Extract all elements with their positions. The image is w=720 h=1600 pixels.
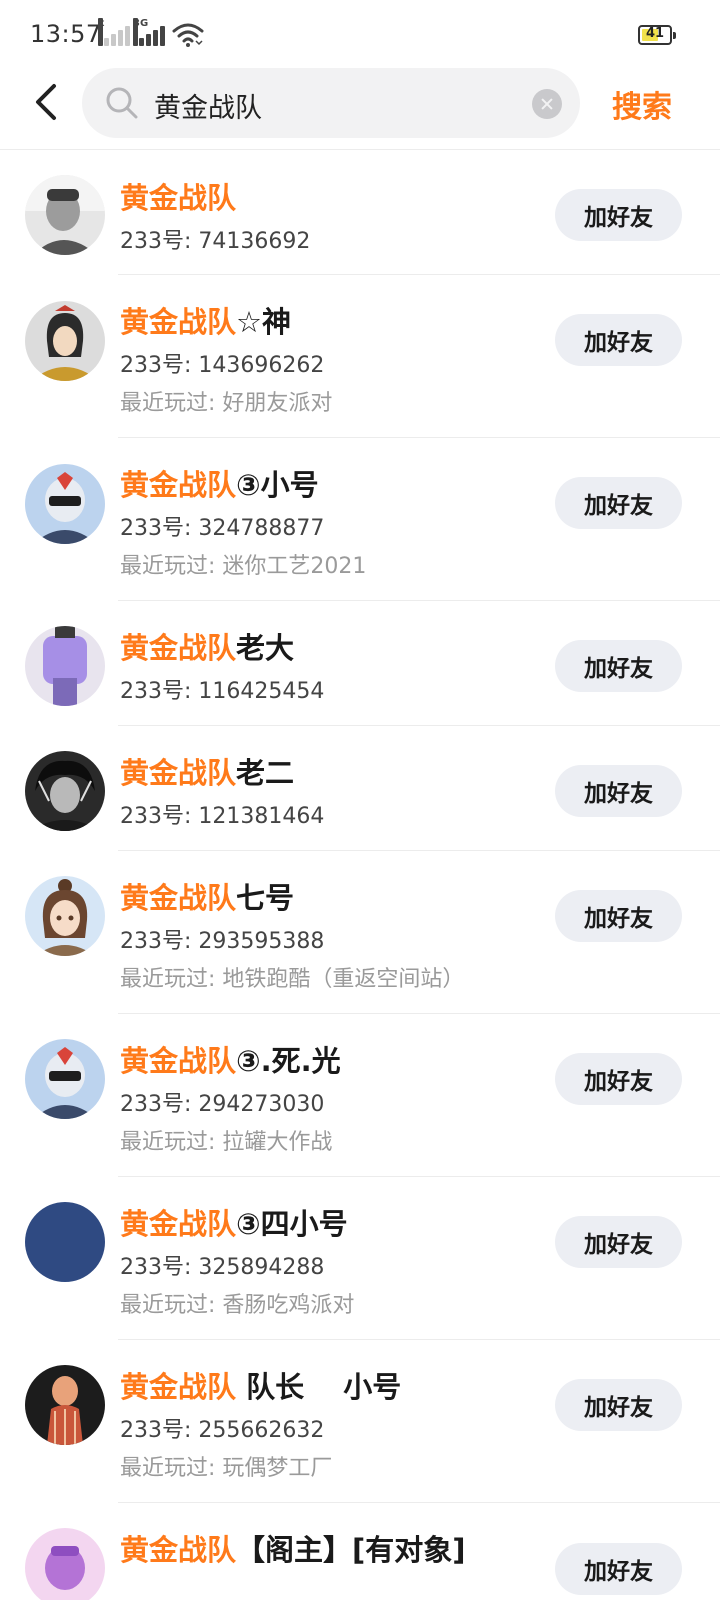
- add-friend-button[interactable]: 加好友: [555, 314, 682, 366]
- search-input[interactable]: 黄金战队: [82, 68, 580, 138]
- user-id: 233号: 74136692: [120, 229, 311, 254]
- battery-level: 41: [645, 26, 665, 41]
- add-friend-button[interactable]: 加好友: [555, 1216, 682, 1268]
- name-match: 黄金战队: [120, 631, 237, 665]
- search-query: 黄金战队: [154, 93, 262, 124]
- user-id: 233号: 293595388: [120, 929, 325, 954]
- list-item[interactable]: 黄金战队【阁主】[有对象] 加好友: [0, 1503, 720, 1600]
- recently-played: 最近玩过: 香肠吃鸡派对: [120, 1293, 355, 1318]
- add-friend-button[interactable]: 加好友: [555, 1379, 682, 1431]
- name-match: 黄金战队: [120, 1207, 237, 1241]
- avatar[interactable]: [25, 1202, 105, 1282]
- search-header: 黄金战队 搜索: [0, 66, 720, 150]
- wifi-icon: [172, 23, 204, 47]
- list-item[interactable]: 黄金战队☆神 233号: 143696262 最近玩过: 好朋友派对 加好友: [0, 275, 720, 438]
- recently-played: 最近玩过: 拉罐大作战: [120, 1130, 333, 1155]
- name-match: 黄金战队: [120, 1370, 237, 1404]
- add-friend-button[interactable]: 加好友: [555, 189, 682, 241]
- avatar[interactable]: [25, 464, 105, 544]
- battery-icon: 41: [638, 25, 676, 45]
- user-id: 233号: 116425454: [120, 679, 325, 704]
- user-name: 黄金战队③小号: [120, 462, 319, 504]
- user-id: 233号: 255662632: [120, 1418, 325, 1443]
- add-friend-button[interactable]: 加好友: [555, 1053, 682, 1105]
- add-friend-button[interactable]: 加好友: [555, 640, 682, 692]
- add-friend-button[interactable]: 加好友: [555, 765, 682, 817]
- name-rest: 老大: [236, 631, 295, 665]
- name-match: 黄金战队: [120, 1533, 237, 1567]
- clear-icon[interactable]: [532, 89, 562, 119]
- list-item[interactable]: 黄金战队老二 233号: 121381464 加好友: [0, 726, 720, 851]
- user-name: 黄金战队【阁主】[有对象]: [120, 1527, 466, 1569]
- name-match: 黄金战队: [120, 468, 237, 502]
- user-id: 233号: 325894288: [120, 1255, 325, 1280]
- list-item[interactable]: 黄金战队 队长 小号 233号: 255662632 最近玩过: 玩偶梦工厂 加…: [0, 1340, 720, 1503]
- user-name: 黄金战队老大: [120, 625, 294, 667]
- result-list: 黄金战队 233号: 74136692 加好友 黄金战队☆神 233号: 143…: [0, 151, 720, 1600]
- signal-1-icon: x: [98, 18, 130, 46]
- name-rest: ③.死.光: [236, 1044, 341, 1078]
- signal-2-tag: 3G: [133, 18, 148, 46]
- avatar[interactable]: [25, 1365, 105, 1445]
- list-item[interactable]: 黄金战队 233号: 74136692 加好友: [0, 151, 720, 275]
- add-friend-button[interactable]: 加好友: [555, 890, 682, 942]
- user-name: 黄金战队☆神: [120, 299, 291, 341]
- user-id: 233号: 121381464: [120, 804, 325, 829]
- list-item[interactable]: 黄金战队③小号 233号: 324788877 最近玩过: 迷你工艺2021 加…: [0, 438, 720, 601]
- name-rest: ☆神: [236, 305, 292, 339]
- user-id: 233号: 143696262: [120, 353, 325, 378]
- avatar[interactable]: [25, 626, 105, 706]
- recently-played: 最近玩过: 地铁跑酷（重返空间站）: [120, 967, 465, 992]
- user-name: 黄金战队: [120, 175, 236, 217]
- add-friend-button[interactable]: 加好友: [555, 477, 682, 529]
- name-rest: 【阁主】[有对象]: [236, 1533, 466, 1567]
- list-item[interactable]: 黄金战队七号 233号: 293595388 最近玩过: 地铁跑酷（重返空间站）…: [0, 851, 720, 1014]
- search-button[interactable]: 搜索: [612, 82, 672, 126]
- status-time: 13:57: [30, 20, 102, 48]
- name-rest: ③四小号: [236, 1207, 348, 1241]
- back-icon[interactable]: [28, 80, 68, 124]
- avatar[interactable]: [25, 751, 105, 831]
- name-rest: 队长 小号: [236, 1370, 402, 1404]
- recently-played: 最近玩过: 好朋友派对: [120, 391, 333, 416]
- name-match: 黄金战队: [120, 756, 237, 790]
- name-rest: 老二: [236, 756, 295, 790]
- status-bar: 13:57 x 3G 41: [0, 0, 720, 70]
- avatar[interactable]: [25, 876, 105, 956]
- signal-1-tag: x: [98, 18, 104, 46]
- user-name: 黄金战队③四小号: [120, 1201, 348, 1243]
- avatar[interactable]: [25, 1528, 105, 1600]
- signal-2-icon: 3G: [133, 18, 165, 46]
- list-item[interactable]: 黄金战队老大 233号: 116425454 加好友: [0, 601, 720, 726]
- avatar[interactable]: [25, 301, 105, 381]
- list-item[interactable]: 黄金战队③.死.光 233号: 294273030 最近玩过: 拉罐大作战 加好…: [0, 1014, 720, 1177]
- search-icon: [106, 87, 138, 119]
- avatar[interactable]: [25, 1039, 105, 1119]
- name-match: 黄金战队: [120, 1044, 237, 1078]
- recently-played: 最近玩过: 迷你工艺2021: [120, 554, 367, 579]
- list-item[interactable]: 黄金战队③四小号 233号: 325894288 最近玩过: 香肠吃鸡派对 加好…: [0, 1177, 720, 1340]
- user-name: 黄金战队老二: [120, 750, 294, 792]
- name-match: 黄金战队: [120, 305, 237, 339]
- user-name: 黄金战队七号: [120, 875, 294, 917]
- user-id: 233号: 324788877: [120, 516, 325, 541]
- name-match: 黄金战队: [120, 881, 237, 915]
- user-id: 233号: 294273030: [120, 1092, 325, 1117]
- name-rest: 七号: [236, 881, 295, 915]
- name-match: 黄金战队: [120, 181, 237, 215]
- recently-played: 最近玩过: 玩偶梦工厂: [120, 1456, 333, 1481]
- user-name: 黄金战队 队长 小号: [120, 1364, 401, 1406]
- avatar[interactable]: [25, 175, 105, 255]
- add-friend-button[interactable]: 加好友: [555, 1543, 682, 1595]
- name-rest: ③小号: [236, 468, 319, 502]
- user-name: 黄金战队③.死.光: [120, 1038, 341, 1080]
